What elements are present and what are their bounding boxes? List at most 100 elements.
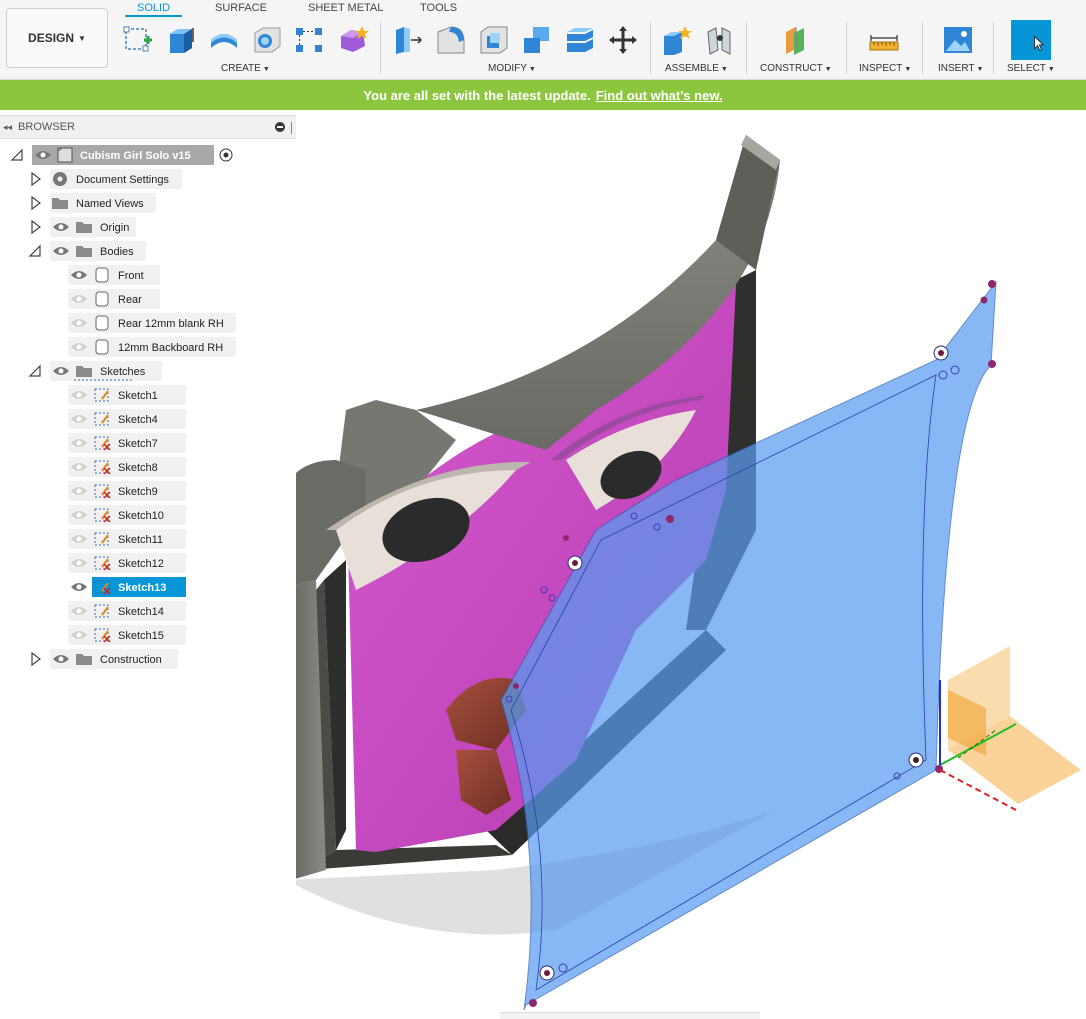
expand-closed-icon[interactable] — [31, 219, 41, 235]
browser-node-sketch7[interactable]: Sketch7 — [68, 433, 186, 453]
select-menu[interactable]: SELECT ▼ — [1007, 63, 1055, 74]
browser-node-sketch8[interactable]: Sketch8 — [68, 457, 186, 477]
node-label: 12mm Backboard RH — [118, 342, 223, 354]
inspect-menu[interactable]: INSPECT ▼ — [859, 63, 911, 74]
model-canvas[interactable] — [296, 110, 1086, 1019]
node-label: Sketch11 — [118, 534, 163, 546]
pattern-button[interactable] — [292, 22, 326, 58]
expand-closed-icon[interactable] — [31, 195, 41, 211]
offset-plane-icon — [786, 27, 804, 55]
node-label: Sketch14 — [118, 606, 164, 618]
node-label: Rear 12mm blank RH — [118, 318, 224, 330]
browser-node-document-settings[interactable]: Document Settings — [31, 169, 182, 189]
browser-node-named-views[interactable]: Named Views — [31, 193, 156, 213]
shell-icon — [480, 26, 508, 54]
browser-node-sketch11[interactable]: Sketch11 — [68, 529, 186, 549]
expand-open-icon[interactable] — [28, 244, 41, 257]
joint-icon — [707, 27, 731, 55]
node-label: Sketch12 — [118, 558, 164, 570]
browser-node-sketches[interactable]: Sketches — [28, 361, 162, 381]
node-label: Sketch10 — [118, 510, 164, 522]
revolve-button[interactable] — [207, 22, 241, 58]
browser-node-sketch9[interactable]: Sketch9 — [68, 481, 186, 501]
tab-solid[interactable]: SOLID — [125, 1, 183, 17]
node-label: Sketches — [100, 366, 146, 378]
node-label: Sketch15 — [118, 630, 164, 642]
workspace-switcher[interactable]: DESIGN ▼ — [6, 8, 108, 68]
browser-tree: Cubism Girl Solo v15 Document Settings Nam… — [10, 145, 236, 669]
banner-message: You are all set with the latest update. — [363, 87, 591, 103]
chevron-down-icon: ▼ — [78, 33, 86, 43]
browser-node-bodies[interactable]: Bodies — [28, 241, 146, 261]
gear-icon — [53, 172, 67, 186]
workspace-label: DESIGN — [28, 31, 75, 45]
browser-node-sketch10[interactable]: Sketch10 — [68, 505, 186, 525]
insert-image-button[interactable] — [941, 22, 975, 58]
create-form-button[interactable] — [336, 22, 370, 58]
move-copy-button[interactable] — [606, 22, 640, 58]
split-body-button[interactable] — [563, 22, 597, 58]
node-label: Rear — [118, 294, 142, 306]
cursor-arrow-icon — [1034, 35, 1045, 52]
browser-node-rear-blank[interactable]: Rear 12mm blank RH — [68, 313, 236, 333]
body-icon — [95, 339, 109, 355]
node-label: Sketch1 — [118, 390, 158, 402]
eye-visible-icon[interactable] — [71, 583, 87, 591]
create-sketch-icon — [123, 26, 152, 52]
fillet-button[interactable] — [434, 22, 468, 58]
browser-node-sketch15[interactable]: Sketch15 — [68, 625, 186, 645]
browser-root-node[interactable]: Cubism Girl Solo v15 — [10, 145, 233, 165]
browser-node-sketch13[interactable]: Sketch13 — [71, 577, 186, 597]
offset-plane-button[interactable] — [779, 22, 813, 58]
toolbar-separator — [846, 22, 847, 74]
press-pull-icon — [396, 27, 423, 54]
browser-node-construction[interactable]: Construction — [31, 649, 178, 669]
toolbar-separator — [380, 22, 381, 74]
browser-node-rear[interactable]: Rear — [68, 289, 160, 309]
browser-node-origin[interactable]: Origin — [31, 217, 136, 237]
node-label: Sketch7 — [118, 438, 158, 450]
browser-node-sketch12[interactable]: Sketch12 — [68, 553, 186, 573]
measure-button[interactable] — [867, 22, 901, 58]
browser-node-sketch4[interactable]: Sketch4 — [68, 409, 186, 429]
browser-node-front[interactable]: Front — [68, 265, 160, 285]
toolbar-separator — [993, 22, 994, 74]
shell-button[interactable] — [477, 22, 511, 58]
create-menu[interactable]: CREATE ▼ — [221, 63, 270, 74]
extrude-button[interactable] — [163, 22, 197, 58]
toolbar-separator — [922, 22, 923, 74]
joint-button[interactable] — [703, 22, 737, 58]
whats-new-link[interactable]: Find out what's new. — [596, 88, 723, 103]
canvas-viewport[interactable] — [296, 110, 1086, 1019]
form-icon — [341, 26, 369, 52]
tab-surface[interactable]: SURFACE — [215, 1, 267, 17]
node-label: Named Views — [76, 198, 144, 210]
hole-button[interactable] — [250, 22, 284, 58]
press-pull-button[interactable] — [391, 22, 425, 58]
insert-menu[interactable]: INSERT ▼ — [938, 63, 983, 74]
browser-panel: ◂◂ BROWSER Cubism Girl Solo v15 Document … — [0, 115, 296, 675]
new-component-button[interactable] — [660, 22, 694, 58]
select-button[interactable] — [1011, 20, 1051, 60]
expand-open-icon[interactable] — [28, 364, 41, 377]
expand-closed-icon[interactable] — [31, 171, 41, 187]
toolbar-separator — [746, 22, 747, 74]
browser-node-backboard[interactable]: 12mm Backboard RH — [68, 337, 236, 357]
modify-menu[interactable]: MODIFY ▼ — [488, 63, 536, 74]
tab-sheet-metal[interactable]: SHEET METAL — [308, 1, 383, 17]
tab-tools[interactable]: TOOLS — [420, 1, 457, 17]
expand-closed-icon[interactable] — [31, 651, 41, 667]
activate-component-icon[interactable] — [219, 148, 233, 162]
create-sketch-button[interactable] — [121, 22, 155, 58]
expand-open-icon[interactable] — [10, 148, 23, 161]
construct-menu[interactable]: CONSTRUCT ▼ — [760, 63, 832, 74]
assemble-menu[interactable]: ASSEMBLE ▼ — [665, 63, 728, 74]
combine-button[interactable] — [520, 22, 554, 58]
browser-node-sketch1[interactable]: Sketch1 — [68, 385, 186, 405]
toolbar: DESIGN ▼ SOLID SURFACE SHEET METAL TOOLS — [0, 0, 1086, 80]
node-label: Origin — [100, 222, 129, 234]
browser-node-sketch14[interactable]: Sketch14 — [68, 601, 186, 621]
hole-icon — [254, 27, 281, 53]
node-label: Cubism Girl Solo v15 — [80, 150, 191, 162]
frame-bottom-edge — [306, 845, 512, 870]
